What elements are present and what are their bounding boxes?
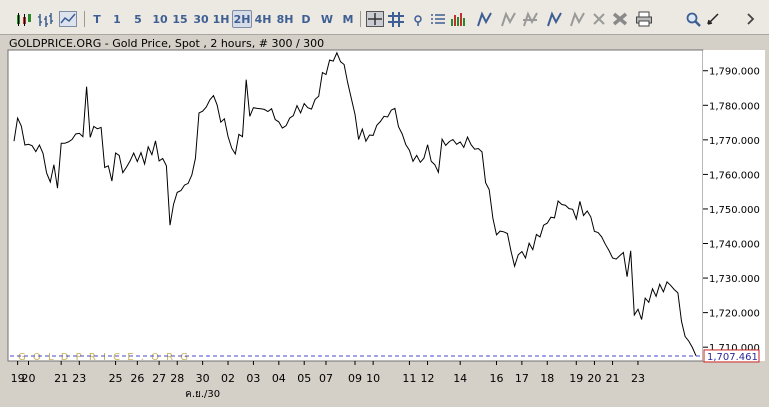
y-tick-label: 1,750.000	[709, 205, 760, 216]
period-button-d[interactable]: D	[298, 10, 314, 28]
period-button-t[interactable]: T	[89, 10, 105, 28]
x-sub-label: ค.ย./30	[185, 389, 220, 400]
crosshair-icon[interactable]	[365, 10, 385, 28]
x-tick-label: 12	[421, 372, 435, 385]
x-tick-label: 03	[246, 372, 260, 385]
period-button-2h[interactable]: 2H	[232, 10, 252, 28]
last-value-label: 1,707.461	[707, 352, 758, 363]
period-button-1h[interactable]: 1H	[212, 10, 230, 28]
line-chart-icon[interactable]	[58, 10, 78, 28]
x-tick-label: 28	[170, 372, 184, 385]
bar-ohlc-icon[interactable]	[36, 10, 56, 28]
y-tick-label: 1,720.000	[709, 309, 760, 320]
period-button-5[interactable]: 5	[130, 10, 146, 28]
eraser-icon[interactable]	[610, 10, 630, 28]
x-tick-label: 09	[348, 372, 362, 385]
period-button-8h[interactable]: 8H	[276, 10, 294, 28]
x-tick-label: 23	[631, 372, 645, 385]
period-button-w[interactable]: W	[319, 10, 335, 28]
x-tick-label: 11	[402, 372, 416, 385]
x-tick-label: 25	[109, 372, 123, 385]
x-tick-label: 10	[366, 372, 380, 385]
x-tick-label: 04	[272, 372, 286, 385]
price-chart: 1,710.0001,720.0001,730.0001,740.0001,75…	[0, 49, 769, 407]
x-tick-label: 19	[569, 372, 583, 385]
x-tick-label: 17	[515, 372, 529, 385]
x-tick-label: 18	[540, 372, 554, 385]
y-tick-label: 1,780.000	[709, 101, 760, 112]
x-tick-label: 07	[319, 372, 333, 385]
y-tick-label: 1,770.000	[709, 136, 760, 147]
fibonacci-icon[interactable]	[498, 10, 518, 28]
period-button-10[interactable]: 10	[151, 10, 169, 28]
candlestick-icon[interactable]	[14, 10, 34, 28]
x-tick-label: 21	[54, 372, 68, 385]
scroll-right-icon[interactable]	[741, 10, 761, 28]
x-tick-label: 05	[297, 372, 311, 385]
trendline-icon[interactable]	[474, 10, 494, 28]
period-button-4h[interactable]: 4H	[254, 10, 272, 28]
close-icon[interactable]	[589, 10, 609, 28]
y-tick-label: 1,760.000	[709, 170, 760, 181]
x-tick-label: 26	[130, 372, 144, 385]
toolbar-separator	[360, 11, 361, 27]
erase-last-icon[interactable]	[567, 10, 587, 28]
x-tick-label: 14	[453, 372, 467, 385]
toolbar-separator	[84, 11, 85, 27]
x-tick-label: 30	[196, 372, 210, 385]
print-icon[interactable]	[634, 10, 654, 28]
pointer-icon[interactable]	[704, 10, 724, 28]
x-tick-label: 02	[221, 372, 235, 385]
period-button-15[interactable]: 15	[171, 10, 189, 28]
parallel-lines-icon[interactable]	[544, 10, 564, 28]
x-tick-label: 20	[587, 372, 601, 385]
y-tick-label: 1,790.000	[709, 67, 760, 78]
watermark: G O L D P R I C E . O R G	[18, 352, 190, 363]
x-tick-label: 27	[152, 372, 166, 385]
x-tick-label: 21	[606, 372, 620, 385]
period-button-30[interactable]: 30	[192, 10, 210, 28]
volume-bars-icon[interactable]	[448, 10, 468, 28]
x-tick-label: 16	[489, 372, 503, 385]
x-tick-label: 23	[72, 372, 86, 385]
bullet-list-icon[interactable]	[428, 10, 448, 28]
chart-toolbar: T 1 5 10 15 30 1H 2H 4H 8H D W M	[0, 0, 769, 35]
period-button-m[interactable]: M	[340, 10, 356, 28]
plot-area	[7, 49, 704, 362]
y-tick-label: 1,730.000	[709, 274, 760, 285]
period-button-1[interactable]: 1	[109, 10, 125, 28]
zoom-icon[interactable]	[684, 10, 704, 28]
info-icon[interactable]	[408, 10, 428, 28]
grid-icon[interactable]	[386, 10, 406, 28]
x-tick-label: 20	[22, 372, 36, 385]
y-tick-label: 1,740.000	[709, 240, 760, 251]
fibonacci-alt-icon[interactable]	[520, 10, 540, 28]
